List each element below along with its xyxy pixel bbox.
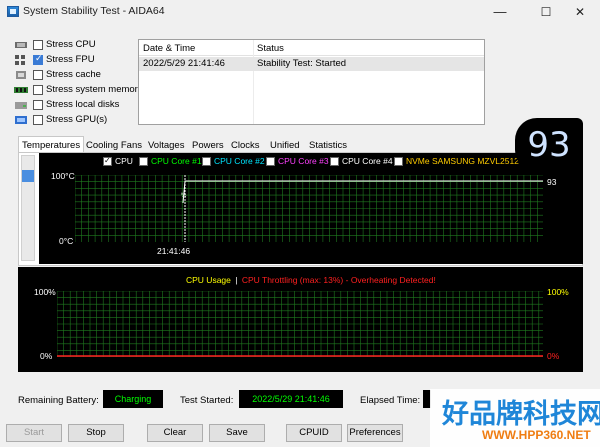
stress-cache-option[interactable]: Stress cache	[14, 68, 140, 83]
legend-core2-label: CPU Core #2	[214, 156, 265, 166]
cpu-left-max: 100%	[34, 287, 56, 297]
tab-cooling-fans[interactable]: Cooling Fans	[82, 137, 146, 152]
tab-temperatures[interactable]: Temperatures	[18, 136, 85, 152]
cpu-title-separator: |	[235, 275, 238, 285]
elapsed-time-label: Elapsed Time:	[360, 395, 421, 406]
legend-cpu-label: CPU	[115, 156, 133, 166]
title-bar: System Stability Test - AIDA64 — ☐ ✕	[0, 0, 600, 24]
legend-nvme-checkbox[interactable]	[394, 157, 403, 166]
stress-disks-checkbox[interactable]	[33, 100, 43, 110]
stress-memory-option[interactable]: Stress system memory	[14, 83, 143, 98]
window-title: System Stability Test - AIDA64	[23, 5, 165, 17]
tab-unified[interactable]: Unified	[266, 137, 304, 152]
stress-disks-option[interactable]: Stress local disks	[14, 98, 140, 113]
stress-gpu-checkbox[interactable]	[33, 115, 43, 125]
legend-core3-label: CPU Core #3	[278, 156, 329, 166]
gpu-icon	[15, 116, 27, 124]
legend-core2-checkbox[interactable]	[202, 157, 211, 166]
battery-label: Remaining Battery:	[18, 395, 99, 406]
preferences-button[interactable]: Preferences	[347, 424, 403, 442]
stress-fpu-option[interactable]: Stress FPU	[14, 53, 140, 68]
log-header-datetime[interactable]: Date & Time	[143, 43, 195, 54]
legend-core3-checkbox[interactable]	[266, 157, 275, 166]
stress-fpu-checkbox[interactable]	[33, 54, 43, 65]
log-header-status[interactable]: Status	[257, 43, 284, 54]
legend-core1-label: CPU Core #1	[151, 156, 202, 166]
column-divider	[253, 40, 254, 124]
cpu-usage-title: CPU Usage	[186, 275, 231, 285]
temp-ymin-label: 0°C	[59, 236, 74, 246]
stress-memory-label: Stress system memory	[46, 84, 143, 95]
tab-clocks[interactable]: Clocks	[227, 137, 264, 152]
battery-value: Charging	[103, 390, 163, 408]
temp-current-value: 93	[547, 177, 557, 187]
test-started-label: Test Started:	[180, 395, 234, 406]
stress-cpu-checkbox[interactable]	[33, 40, 43, 50]
legend-core4-label: CPU Core #4	[342, 156, 393, 166]
cache-icon	[16, 71, 26, 79]
temperature-graph: CPU CPU Core #1 CPU Core #2 CPU Core #3 …	[39, 153, 583, 264]
cpuid-button[interactable]: CPUID	[286, 424, 342, 442]
fpu-icon	[15, 55, 25, 65]
close-button[interactable]: ✕	[560, 0, 600, 24]
temp-grid	[75, 175, 543, 242]
log-header: Date & Time Status	[139, 40, 484, 56]
legend-nvme-label: NVMe SAMSUNG MZVL2512	[406, 156, 519, 166]
temp-ymax-label: 100°C	[51, 171, 75, 181]
stress-cache-label: Stress cache	[46, 69, 101, 80]
log-datetime-cell: 2022/5/29 21:41:46	[143, 58, 225, 69]
cpu-icon	[15, 42, 27, 48]
minimize-button[interactable]: —	[480, 0, 520, 24]
scrollbar-thumb[interactable]	[22, 170, 34, 182]
cpu-left-min: 0%	[40, 351, 53, 361]
clear-button[interactable]: Clear	[147, 424, 203, 442]
legend-cpu-checkbox[interactable]	[103, 156, 112, 166]
cpu-right-max: 100%	[547, 287, 569, 297]
watermark-logo-text: 好品牌科技网	[442, 399, 600, 430]
tab-statistics[interactable]: Statistics	[305, 137, 351, 152]
aida64-app-icon	[7, 6, 19, 17]
cpu-graph-title: CPU Usage | CPU Throttling (max: 13%) - …	[186, 275, 436, 285]
cpu-right-min: 0%	[547, 351, 560, 361]
stress-cpu-label: Stress CPU	[46, 39, 96, 50]
stress-cpu-option[interactable]: Stress CPU	[14, 38, 140, 53]
cpu-throttle-title: CPU Throttling (max: 13%) - Overheating …	[241, 275, 436, 285]
stress-cache-checkbox[interactable]	[33, 70, 43, 80]
cpu-temperature-readout: 93	[515, 118, 583, 172]
sensor-scrollbar[interactable]	[21, 155, 35, 261]
site-watermark: 好品牌科技网 WWW.HPP360.NET	[430, 389, 600, 447]
log-status-cell: Stability Test: Started	[257, 58, 347, 69]
cpu-usage-graph: CPU Usage | CPU Throttling (max: 13%) - …	[18, 267, 583, 372]
cpu-grid	[57, 291, 543, 357]
status-log-table[interactable]: Date & Time Status 2022/5/29 21:41:46 St…	[138, 39, 485, 125]
tab-powers[interactable]: Powers	[188, 137, 228, 152]
legend-core4-checkbox[interactable]	[330, 157, 339, 166]
stress-disks-label: Stress local disks	[46, 99, 120, 110]
temp-x-time-label: 21:41:46	[157, 246, 191, 256]
save-button[interactable]: Save	[209, 424, 265, 442]
disk-icon	[15, 102, 27, 109]
stress-memory-checkbox[interactable]	[33, 85, 43, 95]
stress-gpu-option[interactable]: Stress GPU(s)	[14, 113, 140, 128]
start-button[interactable]: Start	[6, 424, 62, 442]
test-started-value: 2022/5/29 21:41:46	[239, 390, 343, 408]
memory-icon	[14, 87, 28, 93]
cpu-plot-area	[57, 291, 543, 357]
tab-voltages[interactable]: Voltages	[144, 137, 188, 152]
watermark-url: WWW.HPP360.NET	[482, 428, 591, 442]
table-row[interactable]: 2022/5/29 21:41:46 Stability Test: Start…	[139, 57, 484, 71]
stress-fpu-label: Stress FPU	[46, 54, 95, 65]
stress-gpu-label: Stress GPU(s)	[46, 114, 108, 125]
temp-plot-area	[75, 175, 543, 242]
stop-button[interactable]: Stop	[68, 424, 124, 442]
legend-core1-checkbox[interactable]	[139, 157, 148, 166]
